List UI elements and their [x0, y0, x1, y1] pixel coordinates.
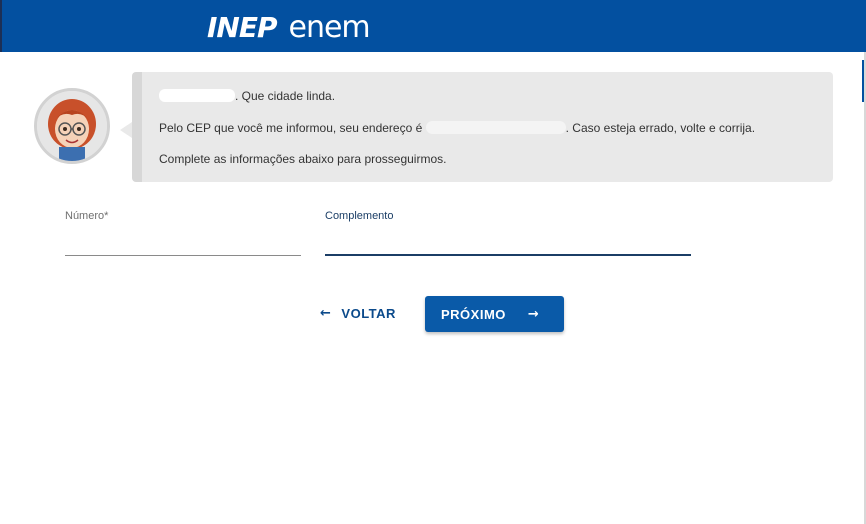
message-line-2-prefix: Pelo CEP que você me informou, seu ender…	[159, 121, 423, 135]
message-line-2: Pelo CEP que você me informou, seu ender…	[159, 121, 755, 135]
avatar-woman-glasses-icon	[34, 88, 110, 164]
assistant-message-bubble: . Que cidade linda. Pelo CEP que você me…	[132, 72, 833, 182]
inep-enem-logo: INEP enem	[207, 9, 371, 45]
arrow-left-icon: ←	[320, 305, 332, 321]
message-line-2-suffix: . Caso esteja errado, volte e corrija.	[565, 121, 756, 135]
complemento-label: Complemento	[325, 210, 394, 222]
logo-enem-text: enem	[288, 9, 371, 45]
next-button[interactable]: PRÓXIMO →	[425, 296, 564, 332]
message-line-3: Complete as informações abaixo para pros…	[159, 152, 447, 166]
numero-input[interactable]	[65, 228, 301, 256]
logo-inep-text: INEP	[207, 10, 277, 44]
message-line-1: . Que cidade linda.	[159, 89, 335, 103]
complemento-input[interactable]	[325, 228, 691, 256]
back-button-label: VOLTAR	[341, 305, 396, 321]
numero-label: Número*	[65, 210, 108, 222]
numero-label-text: Número	[65, 210, 105, 222]
redacted-name	[159, 89, 235, 102]
arrow-right-icon: →	[527, 306, 540, 322]
required-marker: *	[104, 210, 109, 222]
next-button-label: PRÓXIMO	[441, 306, 506, 322]
back-button[interactable]: ← VOLTAR	[312, 300, 402, 326]
app-header: INEP enem	[0, 0, 866, 52]
speech-bubble-tail	[120, 122, 132, 138]
redacted-address	[425, 121, 566, 134]
message-line-1-text: . Que cidade linda.	[235, 89, 336, 103]
